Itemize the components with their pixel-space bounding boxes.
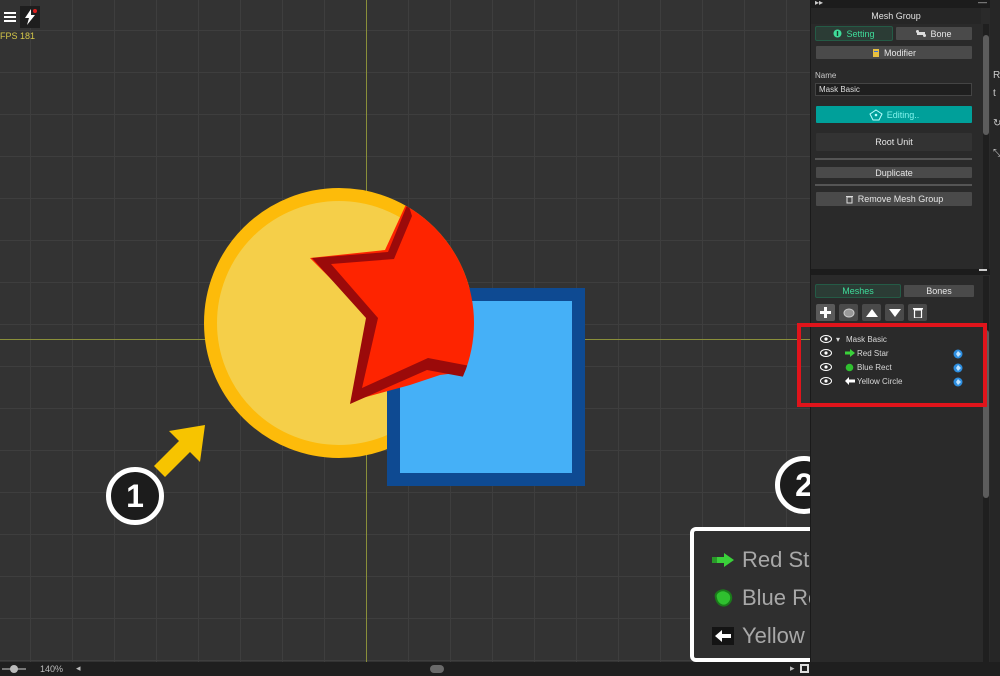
separator xyxy=(815,184,972,186)
pointer-arrow-1-icon xyxy=(154,425,205,477)
white-arrow-icon xyxy=(708,625,738,647)
tab-setting[interactable]: Setting xyxy=(815,26,893,41)
tab-bone[interactable]: Bone xyxy=(895,26,973,41)
trash-icon xyxy=(845,196,853,204)
horizontal-scroll-thumb[interactable] xyxy=(430,665,444,673)
panel-r-icon[interactable]: R xyxy=(993,70,1000,81)
modifier-button[interactable]: Modifier xyxy=(815,45,973,60)
rotate-icon[interactable]: ↻ xyxy=(993,118,1000,129)
tab-bone-label: Bone xyxy=(930,28,952,39)
tab-bones-label: Bones xyxy=(926,286,952,296)
modifier-icon xyxy=(872,48,879,57)
secondary-panel-strip xyxy=(990,0,1000,662)
step-badge-1: 1 xyxy=(106,467,164,525)
move-up-icon[interactable] xyxy=(862,304,881,321)
editing-label: Editing.. xyxy=(886,109,920,120)
green-blob-icon xyxy=(708,587,738,609)
zoom-slider-knob[interactable] xyxy=(10,665,18,673)
bone-icon xyxy=(916,30,927,37)
root-unit-label: Root Unit xyxy=(875,137,913,147)
panel-title: Mesh Group xyxy=(811,8,981,24)
green-arrow-icon xyxy=(708,549,738,571)
add-icon[interactable] xyxy=(816,304,835,321)
panel-divider[interactable] xyxy=(811,269,991,275)
panel-minimize-icon[interactable]: — xyxy=(978,0,987,7)
mesh-layer-icon[interactable] xyxy=(839,304,858,321)
root-unit-button[interactable]: Root Unit xyxy=(815,132,973,152)
duplicate-label: Duplicate xyxy=(875,167,913,178)
remove-mesh-group-button[interactable]: Remove Mesh Group xyxy=(815,191,973,207)
lightning-icon[interactable] xyxy=(20,6,40,28)
panel-scrollbar-thumb[interactable] xyxy=(983,35,989,135)
setting-icon xyxy=(833,29,842,38)
scale-icon[interactable]: ⤡ xyxy=(993,148,1000,159)
name-field[interactable]: Mask Basic xyxy=(815,83,972,96)
panel-header-strip: ▸▸ — xyxy=(811,0,991,8)
remove-mesh-group-label: Remove Mesh Group xyxy=(857,194,944,204)
scroll-right-icon[interactable]: ▸ xyxy=(790,663,795,674)
collapse-panel-icon[interactable]: ▸▸ xyxy=(815,0,823,7)
mesh-edit-icon xyxy=(869,108,883,120)
fullscreen-toggle-icon[interactable] xyxy=(800,664,809,673)
editing-button[interactable]: Editing.. xyxy=(815,105,973,124)
tab-bones[interactable]: Bones xyxy=(903,284,975,298)
viewport-canvas[interactable]: FPS 181 1 2 xyxy=(0,0,810,662)
fps-counter: FPS 181 xyxy=(0,31,36,41)
separator xyxy=(815,158,972,160)
bottom-status-bar: 140% ◂ ▸ xyxy=(0,662,1000,676)
red-star-mesh[interactable] xyxy=(300,200,480,410)
zoom-percent: 140% xyxy=(40,664,64,674)
t-tool-icon[interactable]: t xyxy=(993,88,996,99)
delete-icon[interactable] xyxy=(908,304,927,321)
move-down-icon[interactable] xyxy=(885,304,904,321)
modifier-label: Modifier xyxy=(883,47,916,58)
duplicate-button[interactable]: Duplicate xyxy=(815,166,973,179)
scroll-left-icon[interactable]: ◂ xyxy=(76,663,81,674)
tab-meshes[interactable]: Meshes xyxy=(815,284,901,298)
name-label: Name xyxy=(815,71,837,80)
step-badge-2: 2 xyxy=(775,456,810,514)
highlight-frame xyxy=(797,323,987,407)
menu-icon[interactable] xyxy=(0,6,20,28)
tab-setting-label: Setting xyxy=(846,28,875,39)
tab-meshes-label: Meshes xyxy=(842,286,874,296)
